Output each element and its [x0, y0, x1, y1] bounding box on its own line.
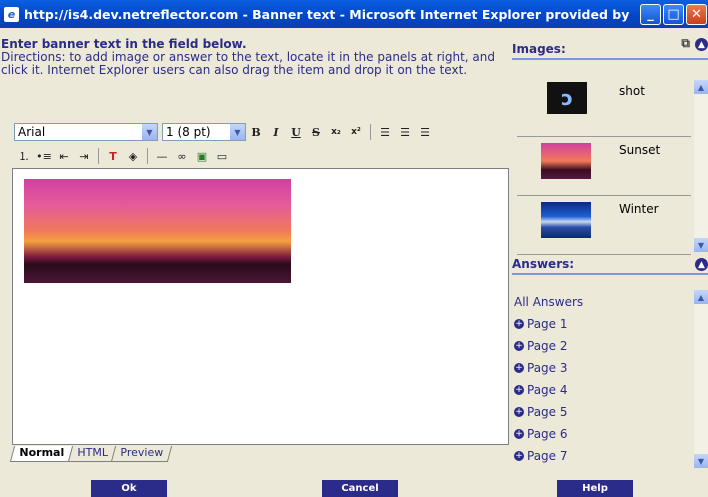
outdent-icon[interactable]: ⇤ — [56, 147, 72, 165]
expand-icon[interactable]: + — [514, 451, 524, 461]
chevron-down-icon: ▼ — [230, 124, 245, 140]
tab-normal-label: Normal — [19, 446, 65, 459]
ie-icon: e — [4, 6, 19, 22]
text-color-icon[interactable]: T — [105, 147, 121, 165]
tab-preview[interactable]: Preview — [111, 446, 173, 462]
instructions-body: Directions: to add image or answer to th… — [1, 50, 495, 77]
answer-page-item[interactable]: + Page 6 — [514, 423, 583, 445]
subscript-icon[interactable]: x₂ — [328, 123, 344, 141]
answer-page-item[interactable]: + Page 1 — [514, 313, 583, 335]
horizontal-rule-icon[interactable]: — — [154, 147, 170, 165]
editor-mode-tabs: Normal HTML Preview — [9, 446, 173, 462]
all-answers-link[interactable]: All Answers — [514, 291, 583, 313]
unordered-list-icon[interactable]: •≡ — [36, 147, 52, 165]
insert-toolbar: ⒈ •≡ ⇤ ⇥ T ◈ — ∞ ▣ ▭ — [14, 146, 232, 166]
close-button[interactable]: ✕ — [686, 4, 707, 25]
answer-page-label: Page 6 — [527, 427, 568, 441]
expand-icon[interactable]: + — [514, 429, 524, 439]
scroll-up-icon[interactable]: ▲ — [694, 80, 708, 94]
answer-page-item[interactable]: + Page 4 — [514, 379, 583, 401]
answer-page-label: Page 1 — [527, 317, 568, 331]
image-item-sunset[interactable]: Sunset — [517, 137, 691, 196]
answer-page-label: Page 5 — [527, 405, 568, 419]
image-icon[interactable]: ▣ — [194, 147, 210, 165]
toolbar-separator — [147, 148, 148, 164]
image-item-label: shot — [619, 84, 645, 98]
underline-icon[interactable]: U — [288, 123, 304, 141]
align-right-icon[interactable]: ☰ — [417, 123, 433, 141]
image-item-winter[interactable]: Winter — [517, 196, 691, 255]
images-panel-title: Images: — [512, 42, 566, 56]
expand-icon[interactable]: + — [514, 341, 524, 351]
size-select[interactable]: 1 (8 pt) ▼ — [162, 123, 246, 141]
editor-area[interactable] — [12, 168, 509, 445]
tab-preview-label: Preview — [120, 446, 164, 459]
image-item-shot[interactable]: ↄ shot — [517, 78, 691, 137]
minimize-button[interactable]: _ — [640, 4, 661, 25]
scroll-up-icon[interactable]: ▲ — [694, 290, 708, 304]
sunset-image[interactable] — [24, 179, 291, 283]
align-center-icon[interactable]: ☰ — [397, 123, 413, 141]
answer-page-item[interactable]: + Page 2 — [514, 335, 583, 357]
italic-icon[interactable]: I — [268, 123, 284, 141]
link-icon[interactable]: ∞ — [174, 147, 190, 165]
align-left-icon[interactable]: ☰ — [377, 123, 393, 141]
answer-page-label: Page 7 — [527, 449, 568, 463]
answer-page-item[interactable]: + Page 5 — [514, 401, 583, 423]
images-list: ↄ shot Sunset Winter — [512, 78, 708, 258]
help-button[interactable]: Help — [557, 480, 633, 497]
tab-html-label: HTML — [77, 446, 108, 459]
table-icon[interactable]: ▭ — [214, 147, 230, 165]
shot-thumbnail: ↄ — [547, 82, 587, 114]
images-panel-header: Images: ⧉ ▲ — [512, 36, 708, 60]
image-item-label: Sunset — [619, 143, 661, 157]
answer-page-item[interactable]: + Page 3 — [514, 357, 583, 379]
ordered-list-icon[interactable]: ⒈ — [16, 147, 32, 165]
answer-page-label: Page 2 — [527, 339, 568, 353]
collapse-icon[interactable]: ▲ — [695, 258, 708, 271]
answers-scrollbar[interactable]: ▲ ▼ — [694, 290, 708, 468]
background-color-icon[interactable]: ◈ — [125, 147, 141, 165]
scroll-down-icon[interactable]: ▼ — [694, 238, 708, 252]
tab-normal[interactable]: Normal — [9, 446, 73, 462]
strikethrough-icon[interactable]: S — [308, 123, 324, 141]
sunset-thumbnail — [541, 143, 591, 179]
superscript-icon[interactable]: x² — [348, 123, 364, 141]
cancel-button[interactable]: Cancel — [322, 480, 398, 497]
instructions-area: Enter banner text in the field below. Di… — [0, 38, 510, 77]
indent-icon[interactable]: ⇥ — [76, 147, 92, 165]
font-select[interactable]: Arial ▼ — [14, 123, 158, 141]
maximize-button[interactable]: □ — [663, 4, 684, 25]
image-item-label: Winter — [619, 202, 659, 216]
scroll-down-icon[interactable]: ▼ — [694, 454, 708, 468]
new-window-icon[interactable]: ⧉ — [681, 36, 690, 51]
images-scrollbar[interactable]: ▲ ▼ — [694, 80, 708, 252]
window-title: http://is4.dev.netreflector.com - Banner… — [24, 6, 634, 22]
size-select-value: 1 (8 pt) — [166, 125, 211, 139]
toolbar-separator — [370, 124, 371, 140]
answer-page-item[interactable]: + Page 7 — [514, 445, 583, 467]
winter-thumbnail — [541, 202, 591, 238]
window-titlebar: e http://is4.dev.netreflector.com - Bann… — [0, 0, 708, 28]
right-panels: Images: ⧉ ▲ ↄ shot Sunset Winter ▲ ▼ Ans… — [512, 28, 708, 476]
format-toolbar: Arial ▼ 1 (8 pt) ▼ B I U S x₂ x² ☰ ☰ ☰ — [14, 122, 435, 142]
answer-page-label: Page 4 — [527, 383, 568, 397]
answers-tree: All Answers + Page 1 + Page 2 + Page 3 + Pag… — [514, 291, 583, 467]
expand-icon[interactable]: + — [514, 407, 524, 417]
expand-icon[interactable]: + — [514, 363, 524, 373]
answers-panel-header: Answers: ▲ — [512, 257, 708, 275]
answers-panel-title: Answers: — [512, 257, 575, 271]
chevron-down-icon: ▼ — [142, 124, 157, 140]
ok-button[interactable]: Ok — [91, 480, 167, 497]
shot-thumbnail-icon: ↄ — [561, 86, 573, 110]
expand-icon[interactable]: + — [514, 319, 524, 329]
dialog-buttons: Ok Cancel Help — [0, 476, 708, 497]
font-select-value: Arial — [18, 125, 46, 139]
collapse-icon[interactable]: ▲ — [695, 38, 708, 51]
expand-icon[interactable]: + — [514, 385, 524, 395]
toolbar-separator — [98, 148, 99, 164]
tab-html[interactable]: HTML — [67, 446, 117, 462]
answer-page-label: Page 3 — [527, 361, 568, 375]
bold-icon[interactable]: B — [248, 123, 264, 141]
